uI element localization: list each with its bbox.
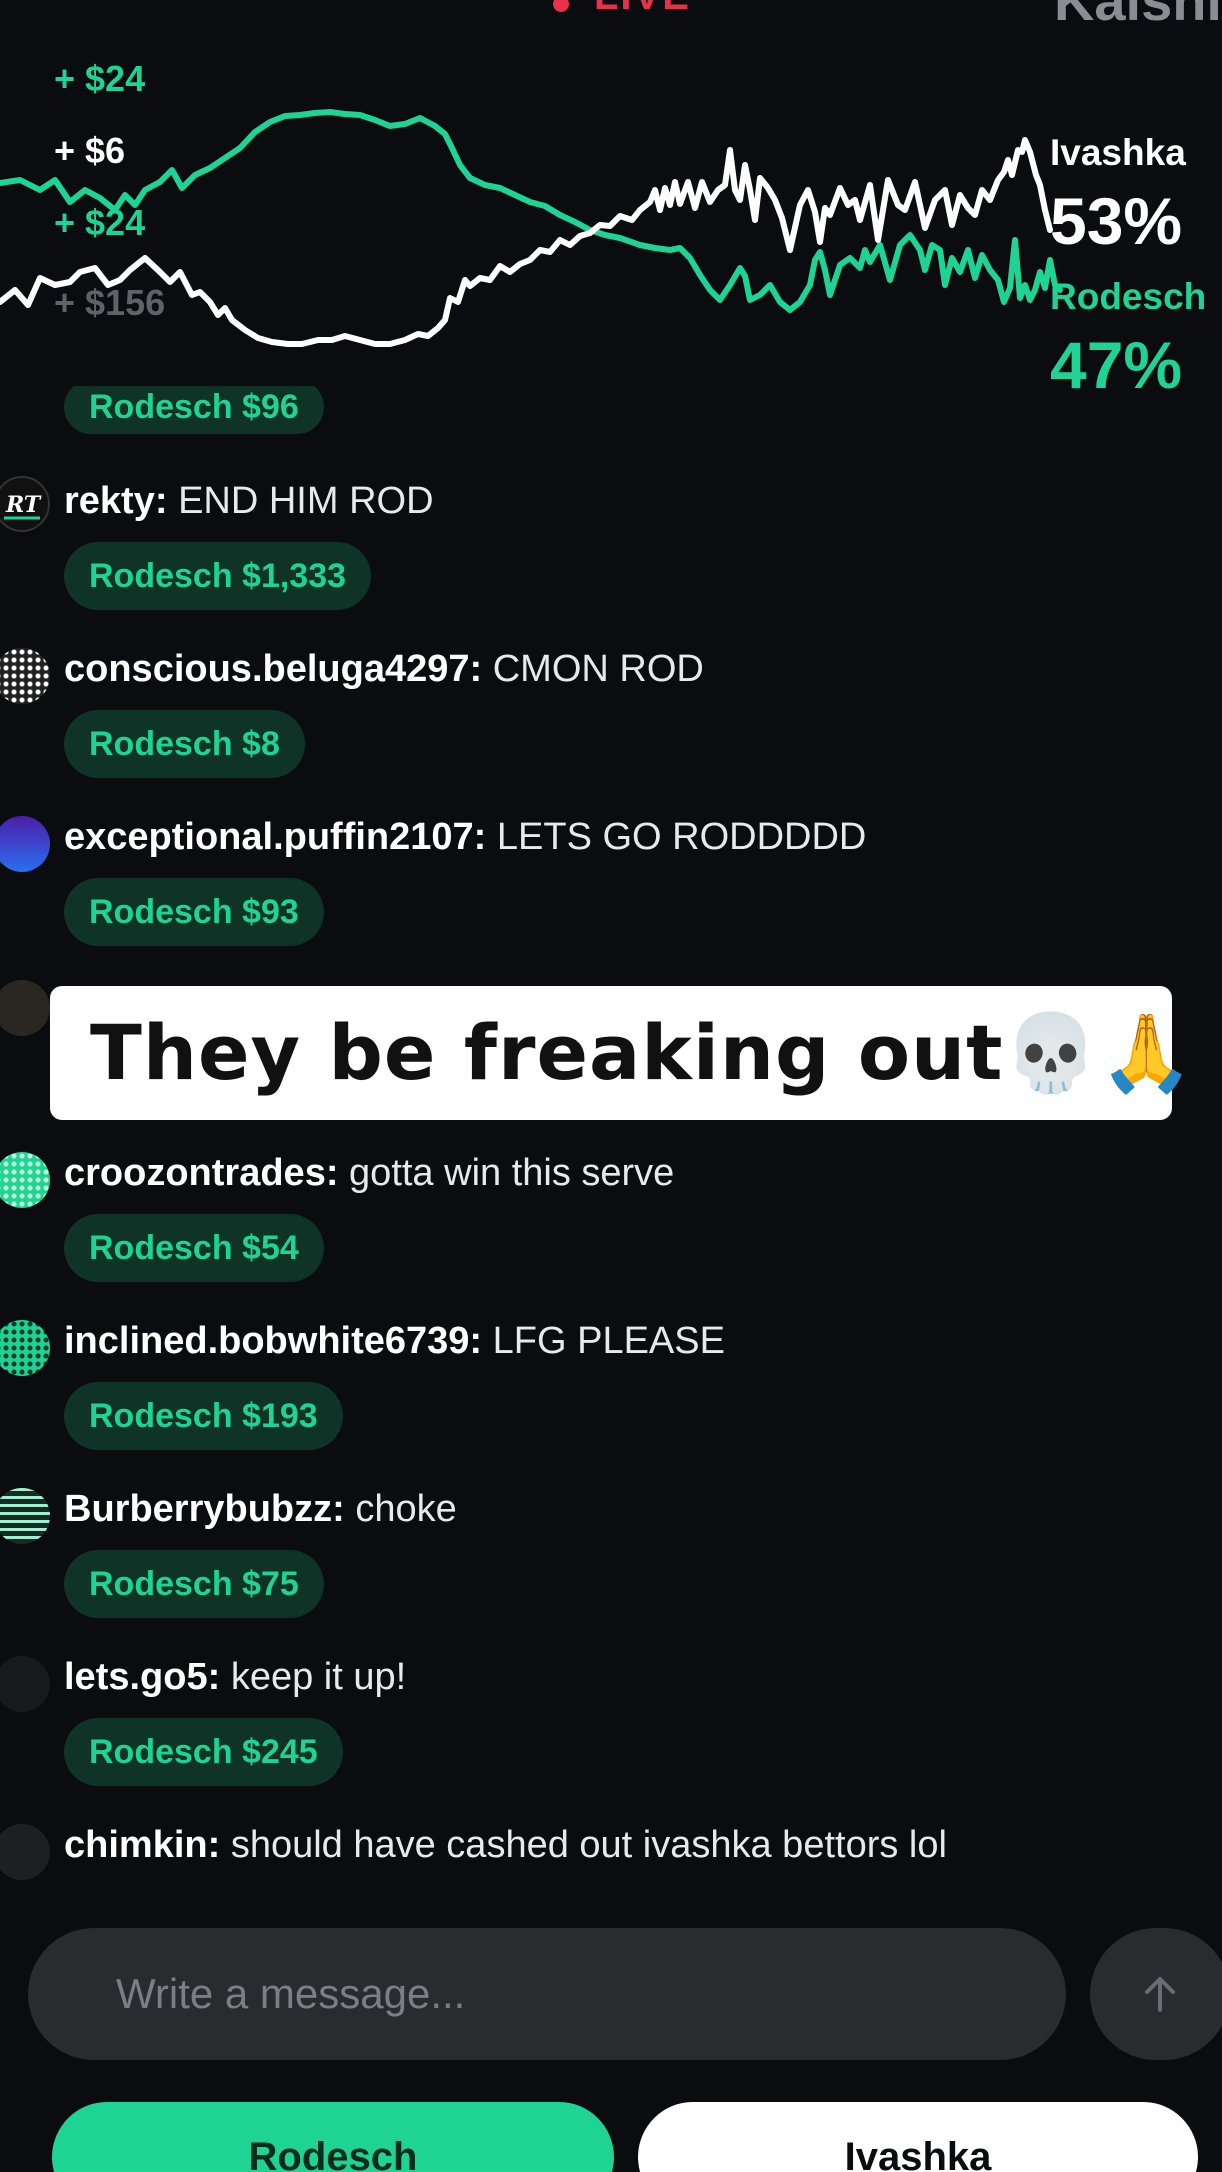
caption-overlay: They be freaking out💀🙏 xyxy=(50,986,1194,1120)
odds-name-ivashka: Ivashka xyxy=(1050,132,1186,173)
bet-pill: Rodesch $93 xyxy=(64,878,324,946)
message-text: CMON ROD xyxy=(492,648,704,690)
top-bar: LIVE Kalshi xyxy=(0,0,1222,30)
bet-pill: Rodesch $8 xyxy=(64,710,305,778)
send-button[interactable] xyxy=(1090,1928,1222,2060)
avatar[interactable] xyxy=(0,1152,50,1208)
live-dot-icon xyxy=(553,0,569,12)
bet-ivashka-button[interactable]: Ivashka xyxy=(638,2102,1198,2172)
avatar[interactable] xyxy=(0,1656,50,1712)
odds-ivashka: Ivashka 53% xyxy=(1050,132,1186,254)
odds-chart xyxy=(0,109,1063,347)
message-composer xyxy=(28,1928,1066,2060)
series-line-rodesch xyxy=(0,109,1063,313)
message-username[interactable]: Burberrybubzz: xyxy=(64,1488,345,1530)
message-username[interactable]: rekty: xyxy=(64,480,168,522)
avatar[interactable] xyxy=(0,1320,50,1376)
bet-pill: Rodesch $96 xyxy=(64,386,324,434)
message-text: gotta win this serve xyxy=(349,1152,675,1194)
bet-pill: Rodesch $193 xyxy=(64,1382,343,1450)
message-text: choke xyxy=(355,1488,457,1530)
message-username[interactable]: chimkin: xyxy=(64,1824,220,1866)
svg-text:RT: RT xyxy=(5,492,42,518)
arrow-up-icon xyxy=(1145,1977,1175,2012)
message-text: LFG PLEASE xyxy=(492,1320,725,1362)
bet-rodesch-button[interactable]: Rodesch xyxy=(52,2102,614,2172)
avatar[interactable] xyxy=(0,648,50,704)
recent-bet-item: + $6 xyxy=(54,130,126,171)
avatar[interactable]: RT xyxy=(0,476,50,532)
message-username[interactable]: conscious.beluga4297: xyxy=(64,648,482,690)
message-text: END HIM ROD xyxy=(178,480,434,522)
message-line: Burberrybubzz: choke xyxy=(64,1484,457,1534)
bet-pill: Rodesch $1,333 xyxy=(64,542,372,610)
message-line: chimkin: should have cashed out ivashka … xyxy=(64,1820,947,1870)
recent-bet-item: + $24 xyxy=(54,202,146,243)
message-username[interactable]: exceptional.puffin2107: xyxy=(64,816,486,858)
message-username[interactable]: inclined.bobwhite6739: xyxy=(64,1320,482,1362)
avatar[interactable] xyxy=(0,816,50,872)
live-label: LIVE xyxy=(594,0,691,19)
odds-rodesch: Rodesch 47% xyxy=(1050,276,1206,398)
avatar[interactable] xyxy=(0,1824,50,1880)
message-text: LETS GO RODDDDD xyxy=(496,816,867,858)
message-line: inclined.bobwhite6739: LFG PLEASE xyxy=(64,1316,725,1366)
odds-pct-ivashka: 53% xyxy=(1050,184,1183,258)
brand-logo: Kalshi xyxy=(1054,0,1222,30)
bet-pill: Rodesch $245 xyxy=(64,1718,343,1786)
chat-feed[interactable]: Rodesch $96 RT rekty: END HIM ROD Rodesc… xyxy=(0,386,1222,1920)
message-line: croozontrades: gotta win this serve xyxy=(64,1148,674,1198)
recent-bet-item: + $156 xyxy=(54,282,166,323)
recent-bet-item: + $24 xyxy=(54,58,146,99)
message-line: lets.go5: keep it up! xyxy=(64,1652,406,1702)
message-line: conscious.beluga4297: CMON ROD xyxy=(64,644,704,694)
message-input[interactable] xyxy=(116,1928,1016,2060)
message-username[interactable]: croozontrades: xyxy=(64,1152,338,1194)
bet-pill: Rodesch $75 xyxy=(64,1550,324,1618)
avatar[interactable] xyxy=(0,1488,50,1544)
message-line: rekty: END HIM ROD xyxy=(64,476,434,526)
bet-pill: Rodesch $54 xyxy=(64,1214,324,1282)
message-username[interactable]: lets.go5: xyxy=(64,1656,220,1698)
message-text: should have cashed out ivashka bettors l… xyxy=(230,1824,947,1866)
avatar[interactable] xyxy=(0,980,50,1036)
message-line: exceptional.puffin2107: LETS GO RODDDDD xyxy=(64,812,866,862)
odds-name-rodesch: Rodesch xyxy=(1050,276,1207,317)
caption-text: They be freaking out💀🙏 xyxy=(90,1008,1195,1097)
message-text: keep it up! xyxy=(230,1656,407,1698)
